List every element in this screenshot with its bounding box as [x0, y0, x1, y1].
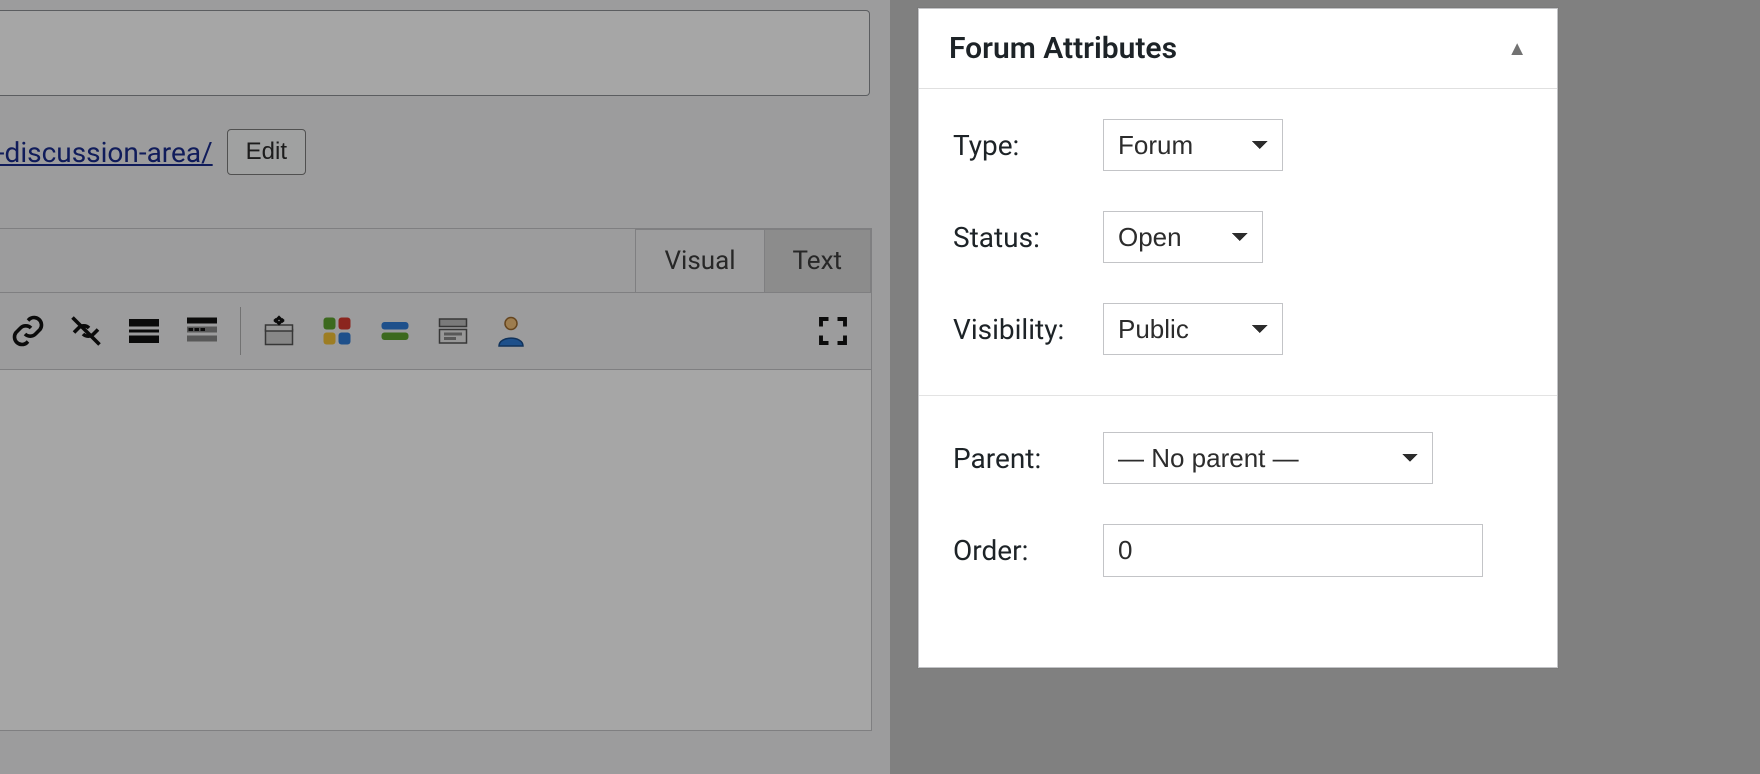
select-type[interactable]: Forum	[1103, 119, 1283, 171]
select-parent[interactable]: — No parent —	[1103, 432, 1433, 484]
field-row-visibility: Visibility: Public	[953, 303, 1523, 355]
button-icon[interactable]	[375, 311, 415, 351]
blocks-icon[interactable]	[317, 311, 357, 351]
permalink-row: l-discussion-area/ Edit	[0, 128, 306, 176]
user-icon[interactable]	[491, 311, 531, 351]
tab-visual[interactable]: Visual	[635, 229, 764, 292]
permalink-link[interactable]: l-discussion-area/	[0, 136, 213, 169]
metabox-header[interactable]: Forum Attributes ▲	[919, 9, 1557, 89]
collapse-icon[interactable]: ▲	[1507, 36, 1527, 61]
editor-toolbar	[0, 292, 871, 370]
fullscreen-icon[interactable]	[813, 311, 853, 351]
archive-icon[interactable]	[259, 311, 299, 351]
label-order: Order:	[953, 534, 1103, 567]
field-row-type: Type: Forum	[953, 119, 1523, 171]
heading-box-icon[interactable]	[433, 311, 473, 351]
label-type: Type:	[953, 129, 1103, 162]
editor-left-pane: l-discussion-area/ Edit Visual Text	[0, 0, 890, 774]
label-parent: Parent:	[953, 442, 1103, 475]
metabox-body: Type: Forum Status: Open Visibility: Pub…	[919, 89, 1557, 607]
field-row-status: Status: Open	[953, 211, 1523, 263]
editor-content-area[interactable]	[0, 370, 871, 730]
metabox-title: Forum Attributes	[949, 31, 1177, 66]
post-title-input[interactable]	[0, 10, 870, 96]
select-status[interactable]: Open	[1103, 211, 1263, 263]
unlink-icon[interactable]	[66, 311, 106, 351]
field-row-order: Order:	[953, 524, 1523, 577]
select-visibility[interactable]: Public	[1103, 303, 1283, 355]
section-divider	[919, 395, 1557, 396]
forum-attributes-metabox: Forum Attributes ▲ Type: Forum Status: O…	[918, 8, 1558, 668]
read-more-icon[interactable]	[124, 311, 164, 351]
label-visibility: Visibility:	[953, 313, 1103, 346]
field-row-parent: Parent: — No parent —	[953, 432, 1523, 484]
editor-container: Visual Text	[0, 228, 872, 731]
label-status: Status:	[953, 221, 1103, 254]
tab-text[interactable]: Text	[764, 229, 871, 292]
toolbar-divider	[240, 307, 241, 355]
toolbar-toggle-icon[interactable]	[182, 311, 222, 351]
input-order[interactable]	[1103, 524, 1483, 577]
link-icon[interactable]	[8, 311, 48, 351]
editor-tabs: Visual Text	[0, 229, 871, 292]
permalink-edit-button[interactable]: Edit	[227, 129, 306, 175]
